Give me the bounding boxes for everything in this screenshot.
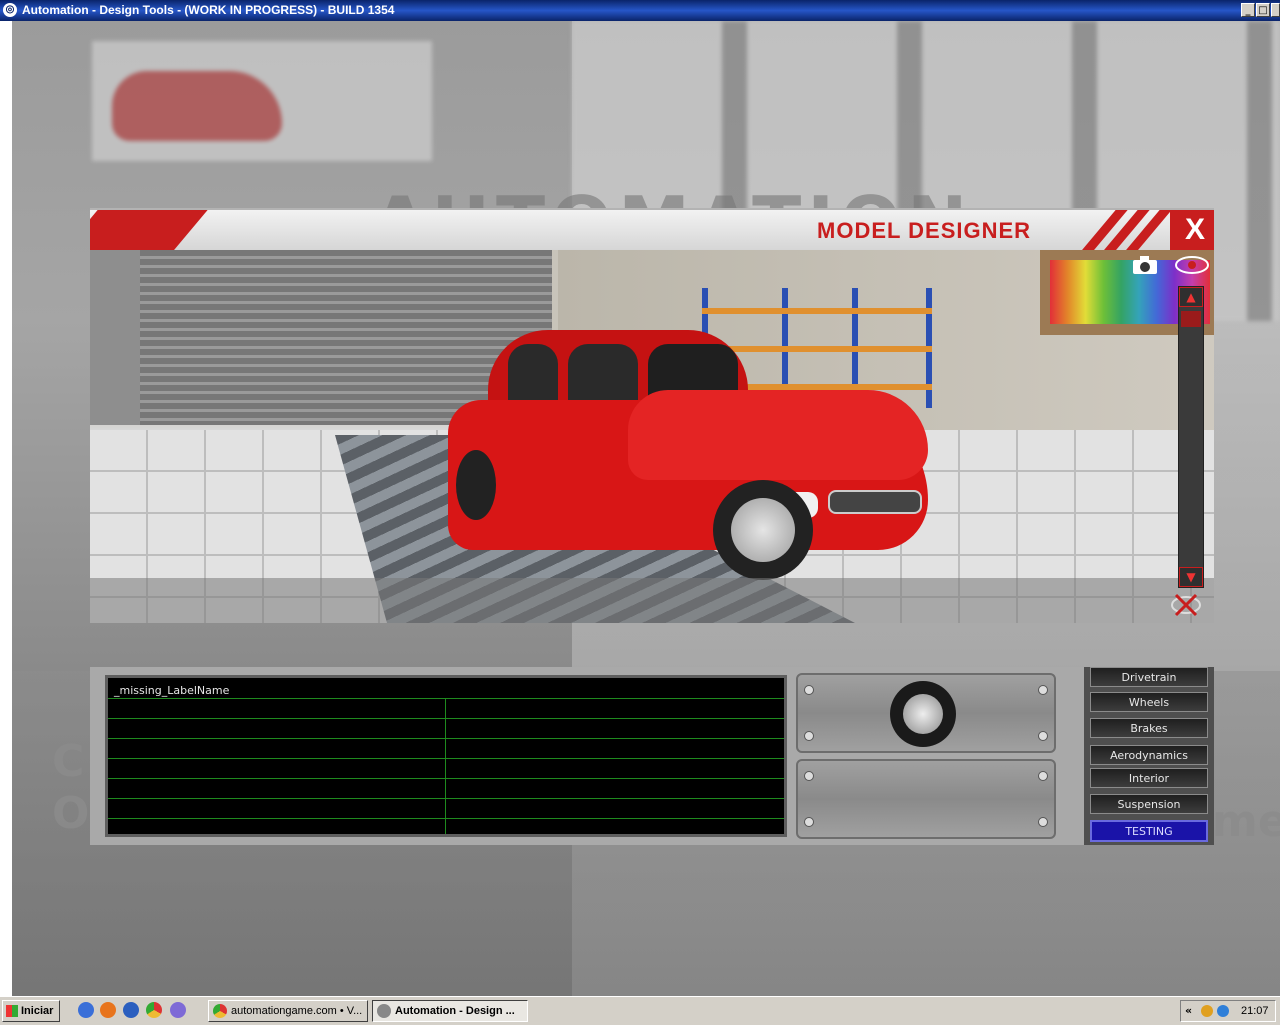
header-red-wedge <box>90 210 208 250</box>
car-3d-view[interactable]: ▲ ▼ <box>90 250 1214 623</box>
window-title: Automation - Design Tools - (WORK IN PRO… <box>22 3 395 17</box>
designer-bottom-panel: _missing_LabelName Drivetrain Wheels Bra… <box>90 667 1214 845</box>
stats-graph: _missing_LabelName <box>105 675 787 837</box>
designer-header: MODEL DESIGNER X <box>90 208 1214 250</box>
wheel-icon <box>890 681 956 747</box>
tab-wheels[interactable]: Wheels <box>1090 692 1208 712</box>
window-titlebar: ◎ Automation - Design Tools - (WORK IN P… <box>0 0 1280 21</box>
background-poster <box>92 41 432 161</box>
scroll-up-button[interactable]: ▲ <box>1179 287 1203 307</box>
start-button[interactable]: Iniciar <box>2 1000 60 1022</box>
tray-icon-2[interactable] <box>1217 1005 1229 1017</box>
clock: 21:07 <box>1241 1005 1269 1017</box>
car-hood <box>628 390 928 480</box>
tab-suspension[interactable]: Suspension <box>1090 794 1208 814</box>
tab-interior[interactable]: Interior <box>1090 768 1208 788</box>
empty-preview-plate <box>796 759 1056 839</box>
car-model[interactable] <box>448 330 928 600</box>
camera-icon[interactable] <box>1130 254 1160 276</box>
start-label: Iniciar <box>21 1005 54 1017</box>
explorer-icon[interactable] <box>78 1002 94 1018</box>
task-chrome-automationgame[interactable]: automationgame.com • V... <box>208 1000 368 1022</box>
tab-aerodynamics[interactable]: Aerodynamics <box>1090 745 1208 765</box>
scene-shade <box>90 578 1214 623</box>
tab-brakes[interactable]: Brakes <box>1090 718 1208 738</box>
tab-testing[interactable]: TESTING <box>1090 820 1208 842</box>
model-designer-panel: MODEL DESIGNER X ▲ ▼ _missing_LabelName … <box>90 208 1214 845</box>
maximize-button[interactable]: □ <box>1256 3 1270 17</box>
scroll-thumb[interactable] <box>1181 311 1201 327</box>
color-scrollbar[interactable]: ▲ ▼ <box>1178 286 1204 588</box>
chrome-icon <box>213 1004 227 1018</box>
designer-title: MODEL DESIGNER <box>817 218 1032 243</box>
app-icon: ◎ <box>3 3 17 17</box>
chrome-icon[interactable] <box>146 1002 162 1018</box>
designer-tabs: Drivetrain Wheels Brakes Aerodynamics In… <box>1084 667 1214 845</box>
automation-icon <box>377 1004 391 1018</box>
tab-drivetrain[interactable]: Drivetrain <box>1090 667 1208 687</box>
car-front-wheel <box>713 480 813 580</box>
media-player-icon[interactable] <box>123 1002 139 1018</box>
firefox-icon[interactable] <box>100 1002 116 1018</box>
designer-close-button[interactable]: X <box>1182 214 1208 246</box>
minimize-button[interactable]: _ <box>1241 3 1255 17</box>
task-label: Automation - Design ... <box>395 1005 515 1017</box>
background-text-left: C O <box>52 736 90 839</box>
tray-expand-button[interactable]: « <box>1185 1004 1192 1017</box>
background-text-right: me <box>1212 796 1280 847</box>
task-automation-design[interactable]: Automation - Design ... <box>372 1000 528 1022</box>
window-close-button[interactable] <box>1271 3 1280 17</box>
car-grille <box>828 490 922 514</box>
task-label: automationgame.com • V... <box>231 1005 363 1017</box>
scroll-down-button[interactable]: ▼ <box>1179 567 1203 587</box>
taskbar: Iniciar automationgame.com • V... Automa… <box>0 996 1280 1025</box>
eye-icon[interactable] <box>1174 254 1210 276</box>
windows-flag-icon <box>6 1005 18 1017</box>
wheel-preview-plate <box>796 673 1056 753</box>
car-rear-wheel <box>456 450 496 520</box>
system-tray: « 21:07 <box>1180 1000 1276 1022</box>
app-launcher-icon[interactable] <box>170 1002 186 1018</box>
graph-label: _missing_LabelName <box>114 684 230 697</box>
hide-icon[interactable] <box>1170 592 1202 618</box>
tray-icon-1[interactable] <box>1201 1005 1213 1017</box>
